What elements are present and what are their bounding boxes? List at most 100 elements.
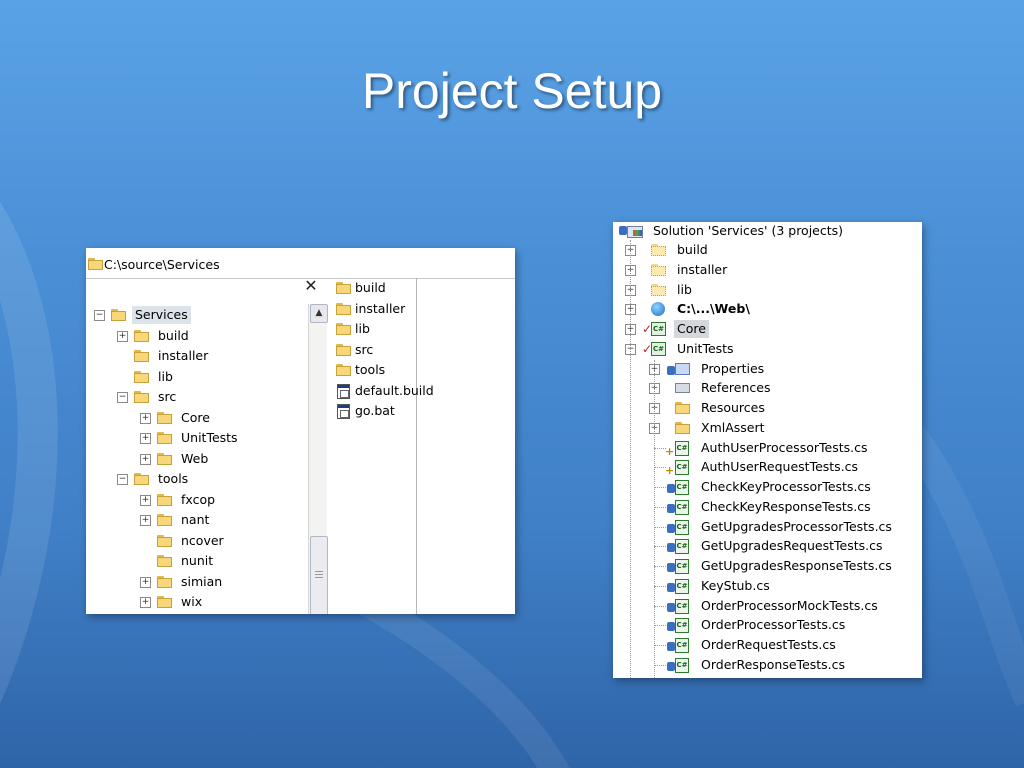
solution-item[interactable]: + References bbox=[613, 379, 922, 397]
build-file-icon bbox=[337, 383, 350, 399]
item-label: tools bbox=[158, 471, 189, 486]
solution-item[interactable]: + build bbox=[613, 241, 922, 259]
collapse-icon[interactable]: − bbox=[94, 310, 105, 321]
expand-icon[interactable]: + bbox=[140, 433, 151, 444]
properties-icon bbox=[675, 362, 690, 375]
expand-icon[interactable]: + bbox=[117, 330, 128, 342]
item-label: OrderResponseTests.cs bbox=[701, 656, 846, 672]
solution-item[interactable]: + C# AuthUserProcessorTests.cs bbox=[613, 439, 922, 458]
solution-item[interactable]: + lib bbox=[613, 281, 922, 299]
expand-icon[interactable]: + bbox=[140, 412, 151, 424]
item-label: installer bbox=[355, 300, 406, 316]
folder-icon bbox=[134, 350, 150, 362]
csharp-project-icon: C# bbox=[651, 322, 666, 336]
solution-item[interactable]: C# OrderRequestTests.cs bbox=[613, 636, 922, 654]
csharp-file-icon: C# bbox=[675, 559, 689, 574]
folder-icon bbox=[336, 364, 352, 376]
solution-item[interactable]: + Resources bbox=[613, 399, 922, 417]
item-label: Services bbox=[132, 306, 191, 324]
item-label: Resources bbox=[701, 400, 765, 415]
item-label: OrderRequestTests.cs bbox=[701, 637, 836, 652]
folder-icon bbox=[336, 302, 352, 315]
lock-icon bbox=[667, 484, 675, 493]
collapse-icon[interactable]: − bbox=[117, 392, 128, 403]
lock-icon bbox=[667, 365, 675, 375]
solution-item[interactable]: C# CheckKeyResponseTests.cs bbox=[613, 498, 922, 516]
item-label: build bbox=[158, 327, 189, 343]
item-label: lib bbox=[677, 281, 692, 297]
solution-item[interactable]: + installer bbox=[613, 261, 922, 279]
csharp-file-icon: C# bbox=[675, 440, 689, 456]
address-path: C:\source\Services bbox=[104, 257, 220, 272]
solution-item[interactable]: C# KeyStub.cs bbox=[613, 577, 922, 595]
folder-icon bbox=[651, 244, 667, 256]
solution-icon bbox=[627, 224, 643, 238]
tree-guide-line bbox=[654, 625, 666, 627]
tree-guide-line bbox=[654, 526, 666, 528]
item-label: go.bat bbox=[355, 403, 395, 418]
folder-icon bbox=[157, 555, 173, 567]
tree-guide-line bbox=[630, 240, 631, 678]
solution-item[interactable]: C# GetUpgradesProcessorTests.cs bbox=[613, 518, 922, 536]
item-label: nant bbox=[181, 512, 210, 527]
item-label: OrderProcessorMockTests.cs bbox=[701, 597, 878, 613]
item-label: default.build bbox=[355, 382, 434, 398]
item-label: Core bbox=[181, 409, 210, 425]
solution-item[interactable]: C# OrderResponseTests.cs bbox=[613, 656, 922, 674]
item-label: tools bbox=[355, 362, 386, 377]
solution-item[interactable]: C# OrderProcessorMockTests.cs bbox=[613, 597, 922, 615]
expand-icon[interactable]: + bbox=[140, 453, 151, 465]
lock-icon bbox=[667, 563, 675, 572]
solution-item[interactable]: C# GetUpgradesRequestTests.cs bbox=[613, 537, 922, 555]
expand-icon[interactable]: + bbox=[140, 597, 151, 608]
tree-scrollbar[interactable]: ▲ bbox=[308, 304, 328, 614]
lock-icon bbox=[667, 582, 675, 592]
solution-item[interactable]: C# OrderProcessorTests.cs bbox=[613, 616, 922, 634]
solution-item[interactable]: C# CheckKeyProcessorTests.cs bbox=[613, 478, 922, 496]
close-icon[interactable]: ✕ bbox=[302, 278, 320, 295]
collapse-icon[interactable]: − bbox=[117, 474, 128, 485]
expand-icon[interactable]: + bbox=[140, 515, 151, 526]
solution-item[interactable]: + C:\...\Web\ bbox=[613, 300, 922, 318]
lock-icon bbox=[667, 543, 675, 553]
csharp-file-icon: C# bbox=[675, 638, 689, 653]
item-label: CheckKeyProcessorTests.cs bbox=[701, 479, 871, 494]
item-label: src bbox=[158, 389, 177, 404]
tree-guide-line bbox=[654, 585, 666, 587]
scroll-up-icon[interactable]: ▲ bbox=[310, 304, 328, 323]
solution-item[interactable]: + C# AuthUserRequestTests.cs bbox=[613, 458, 922, 477]
csharp-file-icon: C# bbox=[675, 499, 689, 515]
solution-item[interactable]: + Properties bbox=[613, 360, 922, 378]
tree-guide-line bbox=[654, 605, 666, 607]
csharp-file-icon: C# bbox=[675, 578, 689, 594]
folder-icon bbox=[88, 258, 104, 270]
folder-icon bbox=[157, 596, 173, 608]
item-label: ncover bbox=[181, 532, 224, 548]
folder-icon bbox=[134, 391, 150, 403]
expand-icon[interactable]: + bbox=[140, 576, 151, 588]
address-bar[interactable]: C:\source\Services bbox=[86, 248, 515, 279]
item-label: XmlAssert bbox=[701, 419, 765, 435]
item-label: KeyStub.cs bbox=[701, 577, 770, 593]
folder-icon bbox=[111, 309, 127, 321]
expand-icon[interactable]: + bbox=[140, 494, 151, 506]
folder-icon bbox=[651, 283, 667, 296]
folder-contents-pane: build installer lib src tools default.build go… bbox=[332, 278, 515, 614]
solution-item[interactable]: C# GetUpgradesResponseTests.cs bbox=[613, 557, 922, 575]
csharp-file-icon: C# bbox=[675, 519, 689, 535]
tree-guide-line bbox=[654, 546, 666, 548]
solution-item[interactable]: + XmlAssert bbox=[613, 419, 922, 437]
csharp-file-icon: C# bbox=[675, 460, 689, 476]
solution-item[interactable]: + ✓ C# Core bbox=[613, 320, 922, 338]
item-label: GetUpgradesProcessorTests.cs bbox=[701, 518, 892, 534]
scroll-thumb[interactable] bbox=[310, 536, 328, 614]
tree-guide-line bbox=[654, 566, 666, 567]
folder-icon bbox=[336, 282, 352, 294]
solution-item[interactable]: − ✓ C# UnitTests bbox=[613, 340, 922, 358]
csharp-file-icon: C# bbox=[675, 657, 689, 673]
folder-icon bbox=[157, 514, 173, 526]
folder-icon bbox=[675, 421, 691, 434]
item-label: wix bbox=[181, 594, 203, 609]
item-label: Web bbox=[181, 450, 209, 466]
folder-icon bbox=[157, 493, 173, 506]
